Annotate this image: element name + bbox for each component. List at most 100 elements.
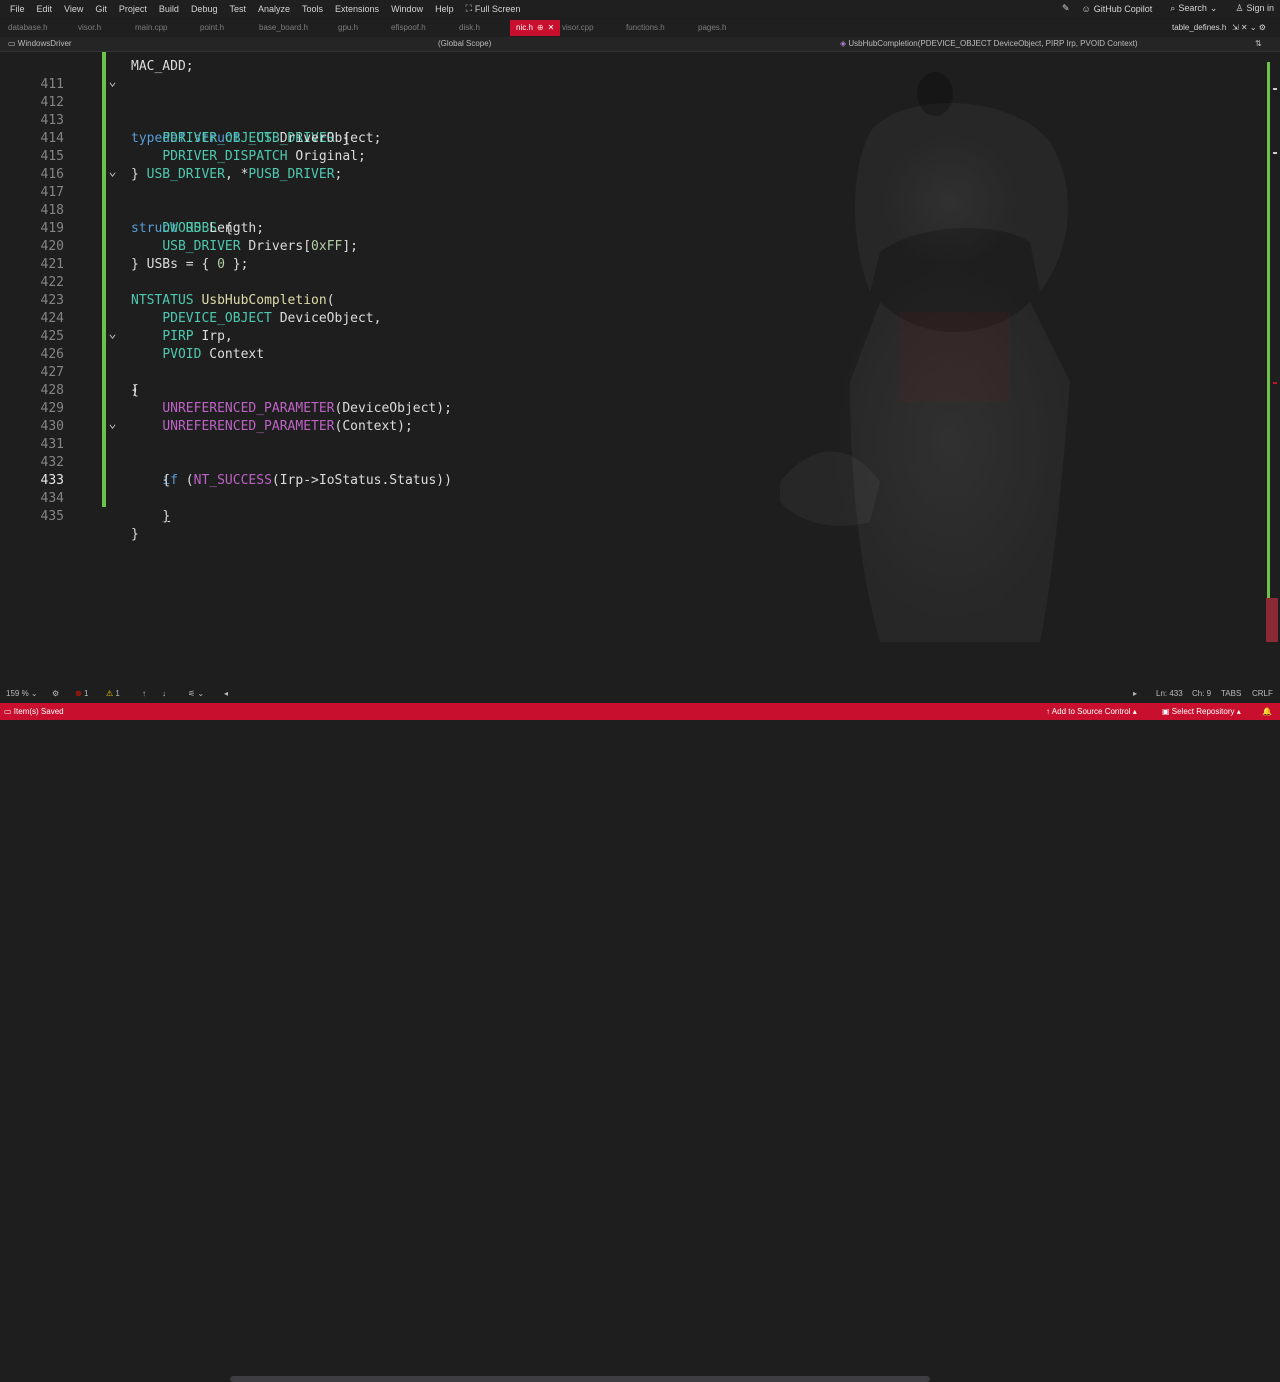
project-dropdown[interactable]: ▭ WindowsDriver — [8, 37, 72, 51]
tab-database-h[interactable]: database.h — [8, 20, 48, 36]
editor-status-row: 159 % ⌄ ⚙ ⊗ 1 ⚠ 1 ↑ ↓ ⚟ ⌄ ◂ ▸ Ln: 433 Ch… — [0, 686, 1280, 1382]
code-line: 431 if (NT_SUCCESS(Irp->IoStatus.Status)… — [0, 418, 1260, 488]
vertical-scrollbar[interactable] — [1264, 52, 1280, 686]
navigation-bar: ▭ WindowsDriver (Global Scope) ◈ UsbHubC… — [0, 37, 1280, 52]
account-icon: ♙ — [1235, 3, 1244, 13]
save-icon: ▭ — [4, 707, 12, 716]
fold-chevron-icon[interactable] — [109, 333, 116, 340]
code-line: 424 PIRP Irp, — [40, 311, 233, 344]
warning-icon: ⚠ — [106, 689, 114, 698]
search-icon: ⌕ — [1170, 3, 1176, 13]
code-line: 420 } USBs = { 0 }; — [40, 239, 249, 272]
cleanup-icon[interactable]: ⚟ ⌄ — [188, 686, 204, 702]
project-icon: ▭ — [8, 39, 16, 48]
tab-list-icon[interactable]: ⇲ ✕ ⌄ ⚙ — [1232, 20, 1266, 36]
tab-disk-h[interactable]: disk.h — [459, 20, 480, 36]
fold-chevron-icon[interactable] — [109, 423, 116, 430]
menu-analyze[interactable]: Analyze — [252, 4, 296, 14]
warning-count[interactable]: ⚠ 1 — [106, 686, 120, 702]
scroll-marker — [1273, 88, 1277, 90]
scroll-left-icon[interactable]: ◂ — [224, 686, 228, 702]
tab-pages-h[interactable]: pages.h — [698, 20, 726, 36]
menu-project[interactable]: Project — [113, 4, 153, 14]
fullscreen-icon: ⛶ — [465, 3, 472, 13]
repository-icon: ▣ — [1162, 707, 1170, 716]
code-line: 421 — [40, 257, 64, 272]
tab-efispoof-h[interactable]: efispoof.h — [391, 20, 426, 36]
tab-point-h[interactable]: point.h — [200, 20, 224, 36]
notifications-icon[interactable]: 🔔 — [1262, 703, 1272, 720]
line-indicator[interactable]: Ln: 433 — [1156, 686, 1183, 702]
up-arrow-icon[interactable]: ↑ — [142, 686, 146, 702]
split-icon[interactable]: ⇅ — [1255, 37, 1262, 51]
code-line: 412 typedef struct _USB_DRIVER { — [0, 76, 1260, 146]
down-arrow-icon[interactable]: ↓ — [162, 686, 166, 702]
scroll-marker — [1273, 382, 1277, 384]
copilot-button[interactable]: ☺ GitHub Copilot — [1082, 4, 1153, 14]
menu-extensions[interactable]: Extensions — [329, 4, 385, 14]
add-to-source-control-button[interactable]: ↑ Add to Source Control ▴ — [1046, 703, 1137, 720]
search-button[interactable]: ⌕ Search ⌄ — [1170, 3, 1217, 14]
code-line: 416 — [40, 167, 64, 182]
chevron-down-icon: ⌄ — [1209, 3, 1218, 13]
select-repository-button[interactable]: ▣ Select Repository ▴ — [1162, 703, 1241, 720]
fullscreen-button[interactable]: ⛶ Full Screen — [460, 3, 527, 14]
indent-mode[interactable]: TABS — [1221, 686, 1241, 702]
menu-edit[interactable]: Edit — [31, 4, 59, 14]
error-icon: ⊗ — [75, 689, 82, 698]
scroll-marker — [1273, 152, 1277, 154]
error-count[interactable]: ⊗ 1 — [75, 686, 88, 702]
code-line: 415 } USB_DRIVER, *PUSB_DRIVER; — [40, 149, 343, 182]
code-line: 434 } — [40, 491, 171, 524]
scroll-right-icon[interactable]: ▸ — [1133, 686, 1137, 702]
method-icon: ◈ — [840, 39, 847, 48]
menu-tools[interactable]: Tools — [296, 4, 329, 14]
tab-base-board-h[interactable]: base_board.h — [259, 20, 308, 36]
menu-debug[interactable]: Debug — [185, 4, 224, 14]
tab-visor-cpp[interactable]: visor.cpp — [562, 20, 594, 36]
code-line: 425 PVOID Context — [40, 329, 265, 362]
pin-icon[interactable]: ⊕ — [537, 23, 544, 32]
menu-build[interactable]: Build — [153, 4, 185, 14]
menu-window[interactable]: Window — [385, 4, 429, 14]
copilot-icon: ☺ — [1081, 3, 1091, 14]
close-icon[interactable]: ✕ — [548, 23, 555, 32]
scrollbar-thumb[interactable] — [1266, 598, 1278, 642]
menu-help[interactable]: Help — [429, 4, 460, 14]
menu-test[interactable]: Test — [223, 4, 252, 14]
code-line: 411 — [40, 77, 64, 92]
copilot-status-icon[interactable]: ⚙ — [52, 686, 59, 702]
tab-main-cpp[interactable]: main.cpp — [135, 20, 167, 36]
fold-chevron-icon[interactable] — [109, 171, 116, 178]
code-editor[interactable]: MAC_ADD; 411 412 typedef struct _USB_DRI… — [0, 52, 1264, 686]
code-line-current: 433 — [40, 473, 64, 488]
scope-dropdown[interactable]: (Global Scope) — [438, 37, 491, 51]
code-line: 430 — [40, 419, 64, 434]
member-dropdown[interactable]: ◈ UsbHubCompletion(PDEVICE_OBJECT Device… — [840, 37, 1138, 51]
tab-table-defines-h[interactable]: table_defines.h — [1172, 20, 1226, 36]
code-line: 435 } — [40, 509, 139, 542]
code-line: 417 struct USBS { — [0, 166, 1260, 236]
menu-git[interactable]: Git — [89, 4, 113, 14]
tab-functions-h[interactable]: functions.h — [626, 20, 665, 36]
tab-nic-h[interactable]: nic.h ⊕ ✕ — [510, 20, 561, 36]
menu-file[interactable]: File — [4, 4, 31, 14]
tab-gpu-h[interactable]: gpu.h — [338, 20, 358, 36]
code-line: 427 { — [40, 365, 139, 398]
menu-bar: File Edit View Git Project Build Debug T… — [0, 0, 1280, 17]
code-line: 418 DWORD Length; — [40, 203, 265, 236]
code-line: 423 PDEVICE_OBJECT DeviceObject, — [40, 293, 382, 326]
code-line: 422 NTSTATUS UsbHubCompletion( — [40, 275, 335, 308]
tab-visor-h[interactable]: visor.h — [78, 20, 101, 36]
fold-chevron-icon[interactable] — [109, 81, 116, 88]
horizontal-scrollbar-thumb[interactable] — [230, 1376, 930, 1382]
scrollbar-track-change — [1267, 62, 1270, 622]
signin-button[interactable]: ♙ Sign in — [1235, 3, 1274, 14]
menu-view[interactable]: View — [58, 4, 89, 14]
code-line: 429 UNREFERENCED_PARAMETER(Context); — [40, 401, 413, 434]
zoom-dropdown[interactable]: 159 % ⌄ — [6, 686, 38, 702]
char-indicator[interactable]: Ch: 9 — [1192, 686, 1211, 702]
feedback-icon[interactable]: ✎ — [1062, 3, 1070, 14]
code-line: 414 PDRIVER_DISPATCH Original; — [40, 131, 366, 164]
line-ending[interactable]: CRLF — [1252, 686, 1273, 702]
